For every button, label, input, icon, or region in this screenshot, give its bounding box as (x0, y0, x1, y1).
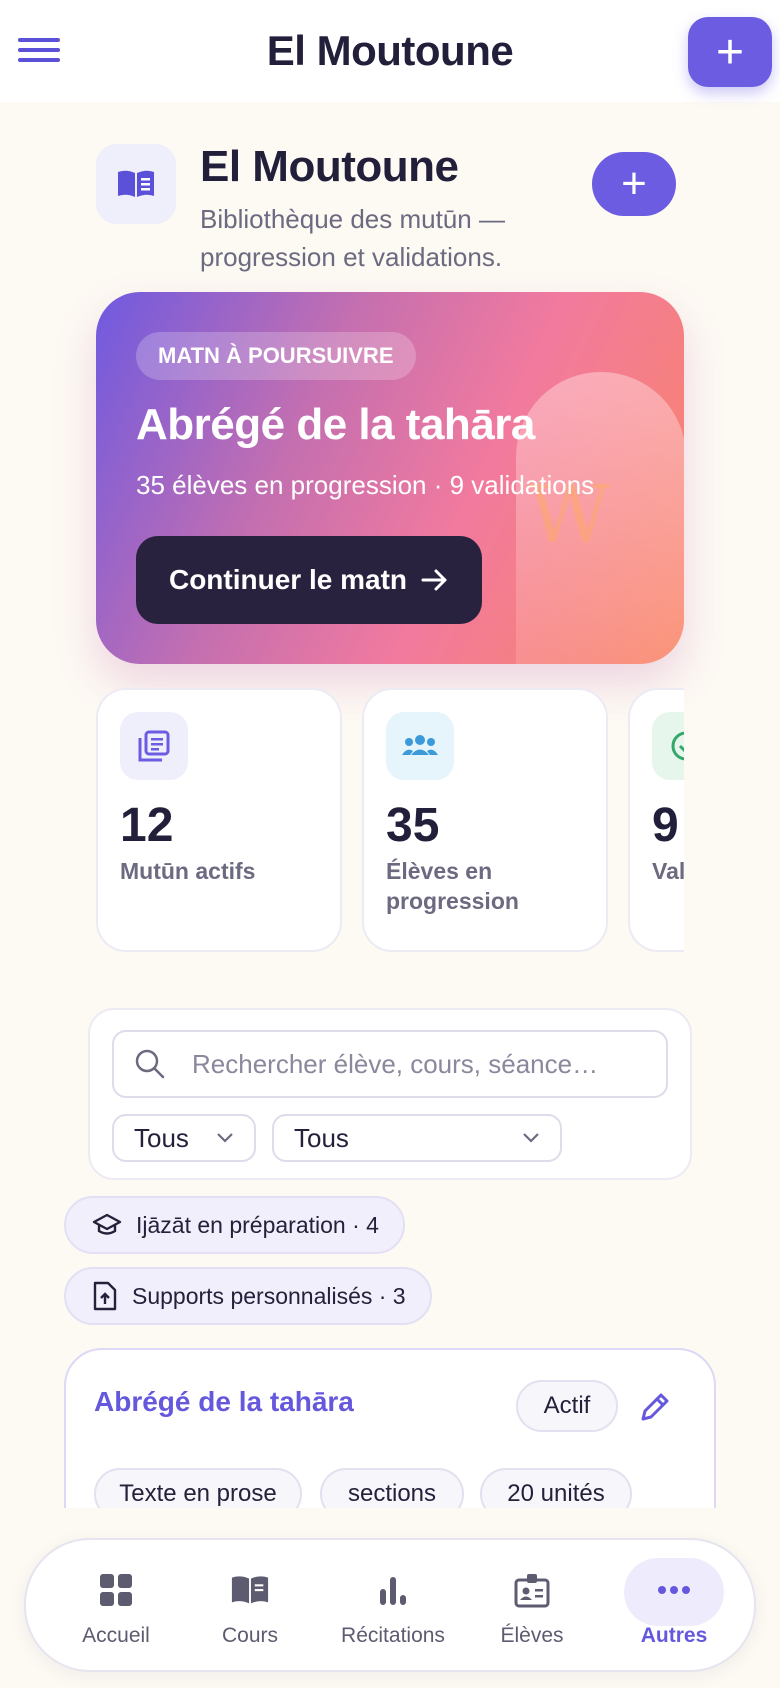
nav-label: Récitations (341, 1624, 445, 1647)
chip-label: Ijāzāt en préparation · 4 (136, 1211, 379, 1238)
stat-card-eleves[interactable]: 35 Élèves en progression (362, 688, 608, 952)
stat-value: 12 (120, 799, 174, 852)
nav-item-autres[interactable]: Autres (614, 1540, 734, 1674)
stat-value: 35 (386, 799, 440, 852)
nav-item-accueil[interactable]: Accueil (56, 1540, 176, 1674)
nav-label: Autres (640, 1624, 708, 1647)
continue-label: Continuer le matn (168, 564, 407, 595)
stat-card-validations[interactable]: 9 Validations (628, 688, 684, 952)
hero-tag: MATN À POURSUIVRE (136, 332, 416, 380)
nav-label: Cours (221, 1624, 279, 1647)
chevron-down-icon (217, 1133, 233, 1143)
app-title: El Moutoune (266, 27, 514, 74)
chip-supports[interactable]: Supports personnalisés · 3 (64, 1267, 432, 1325)
add-matn-button[interactable]: + (592, 152, 676, 216)
more-dots-icon (654, 1570, 694, 1610)
bottom-navigation: Accueil Cours Récitations Élèves Autres (24, 1538, 756, 1672)
bar-chart-icon (373, 1570, 413, 1610)
search-box[interactable] (112, 1030, 668, 1098)
check-circle-icon (652, 712, 684, 780)
nav-item-cours[interactable]: Cours (190, 1540, 310, 1674)
stat-value: 9 (652, 799, 679, 852)
status-badge: Actif (516, 1380, 618, 1432)
group-icon (386, 712, 454, 780)
nav-label: Accueil (82, 1624, 150, 1647)
plus-icon: + (715, 25, 745, 79)
arrow-right-icon (421, 569, 447, 591)
matn-title[interactable]: Abrégé de la tahāra (94, 1386, 354, 1418)
nav-label: Élèves (500, 1624, 564, 1647)
top-app-bar: El Moutoune + (0, 0, 780, 102)
chip-ijazat[interactable]: Ijāzāt en préparation · 4 (64, 1196, 405, 1254)
select-value: Tous (134, 1122, 189, 1153)
filter-select-2[interactable]: Tous (272, 1114, 562, 1162)
stat-label: Mutūn actifs (120, 858, 256, 884)
stats-row[interactable]: 12 Mutūn actifs 35 Élèves en progression… (96, 688, 684, 952)
chevron-down-icon (523, 1133, 539, 1143)
stat-card-mutun[interactable]: 12 Mutūn actifs (96, 688, 342, 952)
grid-icon (96, 1570, 136, 1610)
search-icon (135, 1049, 165, 1079)
hero-subtitle: 35 élèves en progression · 9 validations (136, 470, 595, 500)
select-value: Tous (294, 1122, 349, 1153)
library-books-icon (120, 712, 188, 780)
plus-icon: + (621, 159, 647, 208)
nav-item-recitations[interactable]: Récitations (328, 1540, 458, 1674)
page-subtitle: Bibliothèque des mutūn — progression et … (200, 204, 505, 272)
add-button[interactable]: + (688, 17, 772, 87)
page-title: El Moutoune (200, 142, 459, 191)
file-upload-icon (93, 1281, 117, 1311)
hero-card[interactable]: W MATN À POURSUIVRE Abrégé de la tahāra … (96, 292, 684, 664)
book-icon (230, 1570, 270, 1610)
chip-label: Supports personnalisés · 3 (132, 1282, 406, 1309)
filter-card: Tous Tous (88, 1008, 692, 1180)
filter-select-1[interactable]: Tous (112, 1114, 256, 1162)
search-input[interactable] (192, 1048, 662, 1080)
hamburger-menu-icon[interactable] (18, 32, 60, 70)
graduation-cap-icon (92, 1213, 122, 1235)
stat-label: Validations (652, 858, 684, 884)
stat-label: Élèves en progression (386, 858, 519, 914)
continue-matn-button[interactable]: Continuer le matn (136, 536, 482, 624)
edit-pencil-icon[interactable] (638, 1390, 672, 1424)
open-book-icon (96, 144, 176, 224)
id-badge-icon (512, 1570, 552, 1610)
nav-item-eleves[interactable]: Élèves (472, 1540, 592, 1674)
hero-title: Abrégé de la tahāra (136, 400, 535, 449)
